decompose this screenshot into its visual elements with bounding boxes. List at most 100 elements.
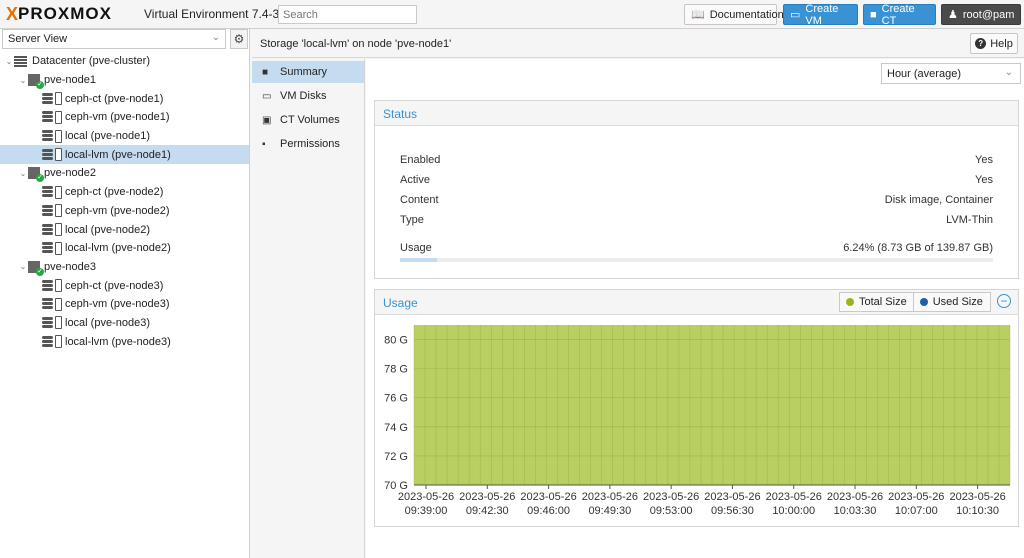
create-vm-button[interactable]: ▭ Create VM — [783, 3, 858, 27]
subnav-item-vm-disks[interactable]: ▭ VM Disks — [252, 85, 364, 107]
status-value: Disk image, Container — [884, 194, 993, 206]
server-icon: ✓ — [28, 167, 44, 183]
tree-item-node[interactable]: ⌄ ✓ pve-node1 — [0, 71, 249, 90]
usage-value: 6.24% (8.73 GB of 139.87 GB) — [843, 242, 993, 254]
legend-used-size[interactable]: Used Size — [912, 293, 989, 311]
database-icon — [42, 298, 53, 310]
usage-label: Usage — [400, 242, 432, 254]
tree-item-label: ceph-ct (pve-node3) — [65, 279, 164, 292]
tree-item-storage[interactable]: ceph-ct (pve-node1) — [0, 89, 249, 108]
expand-toggle-icon[interactable]: ⌄ — [4, 57, 14, 66]
page-title: Storage 'local-lvm' on node 'pve-node1' — [260, 38, 452, 50]
usage-progress-bar — [400, 258, 993, 262]
tree-item-storage[interactable]: ceph-vm (pve-node3) — [0, 295, 249, 314]
gear-icon[interactable]: ⚙ — [230, 29, 248, 49]
subnav-item-ct-volumes[interactable]: ▣ CT Volumes — [252, 109, 364, 131]
tree-item-storage[interactable]: local (pve-node3) — [0, 314, 249, 333]
x-tick-label-date: 2023-05-26 — [643, 491, 699, 503]
x-tick-label-date: 2023-05-26 — [520, 491, 576, 503]
x-tick-label-date: 2023-05-26 — [459, 491, 515, 503]
status-row-enabled: Enabled Yes — [400, 154, 993, 166]
tree-item-label: local (pve-node1) — [65, 130, 150, 143]
tree-item-label: pve-node3 — [44, 260, 96, 273]
database-icon — [42, 130, 53, 142]
tree-item-label: pve-node2 — [44, 167, 96, 180]
status-row-usage: Usage 6.24% (8.73 GB of 139.87 GB) — [400, 242, 993, 254]
status-label: Active — [400, 174, 430, 186]
status-value: Yes — [975, 154, 993, 166]
documentation-button[interactable]: 📖 Documentation — [684, 4, 784, 25]
create-ct-button[interactable]: ■ Create CT — [863, 3, 936, 27]
documentation-label: Documentation — [709, 8, 784, 21]
x-tick-label-time: 09:46:00 — [527, 505, 570, 517]
subnav-label: Summary — [280, 66, 328, 78]
subnav-item-summary[interactable]: ■ Summary — [252, 61, 364, 83]
legend-total-size[interactable]: Total Size — [840, 293, 913, 311]
tree-item-storage[interactable]: local-lvm (pve-node3) — [0, 332, 249, 351]
subnav-item-permissions[interactable]: ▪ Permissions — [252, 133, 364, 155]
book-icon: ■ — [262, 66, 269, 78]
tree-item-storage[interactable]: local-lvm (pve-node2) — [0, 239, 249, 258]
tree-item-node[interactable]: ⌄ ✓ pve-node2 — [0, 164, 249, 183]
usage-progress-fill — [400, 258, 437, 262]
x-tick-label-time: 10:00:00 — [772, 505, 815, 517]
timeframe-selector[interactable]: Hour (average) ⌄ — [881, 63, 1021, 84]
help-button[interactable]: ? Help — [970, 33, 1018, 54]
user-menu-button[interactable]: ♟ root@pam ⌄ — [941, 4, 1024, 25]
expand-toggle-icon[interactable]: ⌄ — [18, 169, 28, 178]
tree-item-label: ceph-ct (pve-node2) — [65, 186, 164, 199]
chevron-down-icon: ⌄ — [211, 32, 220, 43]
view-selector[interactable]: Server View ⌄ — [2, 29, 226, 49]
view-selector-value: Server View — [8, 33, 68, 45]
x-tick-label-time: 09:56:30 — [711, 505, 754, 517]
tree-item-storage[interactable]: local (pve-node2) — [0, 220, 249, 239]
hdd-icon: ▭ — [262, 90, 272, 102]
subnav-label: CT Volumes — [280, 114, 340, 126]
x-tick-label-time: 10:07:00 — [895, 505, 938, 517]
collapse-icon[interactable]: − — [997, 294, 1011, 308]
tree-item-label: local (pve-node2) — [65, 223, 150, 236]
y-tick-label: 80 G — [384, 335, 408, 347]
server-icon: ✓ — [28, 74, 44, 90]
tree-item-storage[interactable]: ceph-ct (pve-node2) — [0, 183, 249, 202]
tree-item-storage[interactable]: ceph-vm (pve-node2) — [0, 202, 249, 221]
storage-status-icon — [55, 92, 62, 106]
database-icon — [42, 316, 53, 329]
x-tick-label-date: 2023-05-26 — [827, 491, 883, 503]
user-icon: ♟ — [948, 9, 958, 21]
tree-item-label: ceph-vm (pve-node1) — [65, 111, 170, 124]
subnav-label: Permissions — [280, 138, 340, 150]
legend-dot-total — [846, 298, 854, 306]
resource-tree: ⌄ Datacenter (pve-cluster) ⌄ ✓ pve-node1 ceph… — [0, 52, 249, 351]
x-tick-label-time: 10:03:30 — [834, 505, 877, 517]
x-tick-label-time: 09:53:00 — [650, 505, 693, 517]
expand-toggle-icon[interactable]: ⌄ — [18, 76, 28, 85]
storage-status-icon — [55, 148, 62, 162]
x-tick-label-time: 09:49:30 — [588, 505, 631, 517]
x-tick-label-time: 10:10:30 — [956, 505, 999, 517]
database-icon — [42, 204, 53, 217]
tree-item-label: ceph-ct (pve-node1) — [65, 92, 164, 105]
storage-status-icon — [55, 185, 62, 199]
storage-status-icon — [55, 223, 62, 237]
x-tick-label-date: 2023-05-26 — [704, 491, 760, 503]
storage-status-icon — [55, 129, 62, 143]
expand-toggle-icon[interactable]: ⌄ — [18, 262, 28, 271]
search-input[interactable] — [278, 5, 417, 24]
unlock-icon: ▪ — [262, 138, 266, 150]
tree-item-storage[interactable]: ceph-ct (pve-node3) — [0, 276, 249, 295]
tree-item-storage[interactable]: local (pve-node1) — [0, 127, 249, 146]
usage-area-chart: 70 G72 G74 G76 G78 G80 G2023-05-2609:39:… — [378, 318, 1016, 523]
x-tick-label-date: 2023-05-26 — [766, 491, 822, 503]
product-version: Virtual Environment 7.4-3 — [144, 7, 280, 21]
chart-legend: Total Size Used Size — [839, 292, 991, 312]
tree-item-storage[interactable]: ceph-vm (pve-node1) — [0, 108, 249, 127]
x-tick-label-date: 2023-05-26 — [398, 491, 454, 503]
tree-item-datacenter[interactable]: ⌄ Datacenter (pve-cluster) — [0, 52, 249, 71]
tree-item-node[interactable]: ⌄ ✓ pve-node3 — [0, 258, 249, 277]
logo-word: PROXMOX — [18, 4, 112, 23]
datacenter-icon — [14, 55, 27, 67]
tree-item-label: pve-node1 — [44, 74, 96, 87]
tree-item-storage[interactable]: local-lvm (pve-node1) — [0, 145, 249, 165]
y-tick-label: 72 G — [384, 451, 408, 463]
